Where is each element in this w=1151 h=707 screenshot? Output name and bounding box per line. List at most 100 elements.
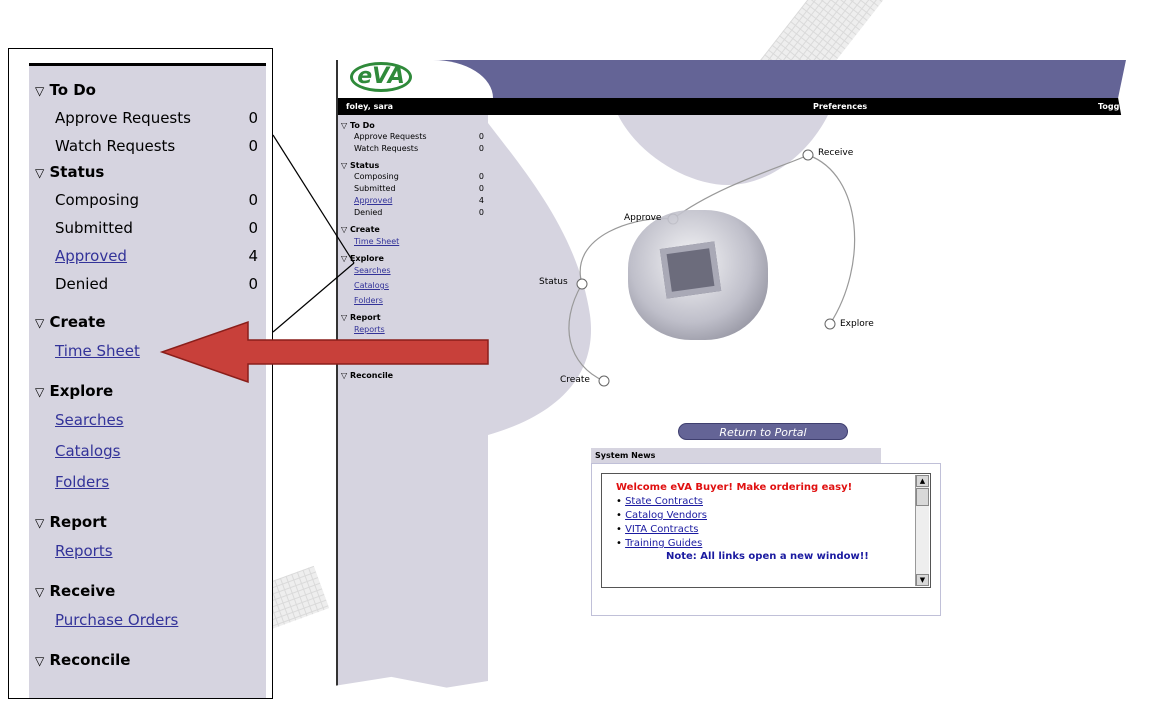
sidebar-item-submitted[interactable]: Submitted 0 [338, 183, 488, 195]
system-news-tab: System News [591, 448, 881, 463]
item-label: Approve Requests [354, 132, 427, 141]
collapse-triangle-icon: ▽ [35, 585, 45, 599]
sidebar-item-watch-requests[interactable]: Watch Requests 0 [338, 143, 488, 155]
section-title: To Do [349, 121, 375, 130]
collapse-triangle-icon: ▽ [35, 316, 45, 330]
eva-logo[interactable]: eVA [350, 62, 412, 92]
approved-link[interactable]: Approved [354, 195, 392, 207]
state-contracts-link[interactable]: State Contracts [625, 496, 703, 507]
section-report[interactable]: ▽ Report [35, 512, 266, 532]
collapse-triangle-icon: ▽ [35, 166, 45, 180]
section-status[interactable]: ▽ Status [341, 161, 488, 170]
sidebar-item-denied[interactable]: Denied 0 [29, 270, 266, 298]
section-receive[interactable]: ▽ Receive [341, 342, 488, 351]
section-reconcile[interactable]: ▽ Reconcile [341, 371, 488, 380]
section-explore[interactable]: ▽ Explore [35, 381, 266, 401]
section-title: Report [349, 313, 381, 322]
section-todo[interactable]: ▽ To Do [341, 121, 488, 130]
item-label: Submitted [55, 219, 133, 237]
section-report[interactable]: ▽ Report [341, 313, 488, 322]
section-create[interactable]: ▽ Create [35, 312, 266, 332]
scroll-up-icon[interactable]: ▲ [916, 475, 929, 487]
section-title: Receive [49, 582, 116, 600]
user-name: foley, sara [346, 102, 394, 111]
section-title: Status [49, 163, 105, 181]
item-label: Approve Requests [55, 109, 191, 127]
explore-label[interactable]: Explore [840, 319, 874, 329]
news-headline: Welcome eVA Buyer! Make ordering easy! [616, 482, 853, 493]
vita-contracts-link[interactable]: VITA Contracts [625, 524, 698, 535]
sidebar-item-composing[interactable]: Composing 0 [338, 171, 488, 183]
sidebar-item-approve-requests[interactable]: Approve Requests 0 [29, 104, 266, 132]
reports-link[interactable]: Reports [29, 536, 266, 567]
toggle-link[interactable]: Toggle [1098, 98, 1126, 115]
catalogs-link[interactable]: Catalogs [338, 279, 488, 292]
create-label[interactable]: Create [560, 375, 590, 385]
sidebar-item-composing[interactable]: Composing 0 [29, 186, 266, 214]
catalog-vendors-link[interactable]: Catalog Vendors [625, 510, 707, 521]
folders-link[interactable]: Folders [338, 294, 488, 307]
receive-node[interactable] [802, 149, 814, 161]
section-title: To Do [49, 81, 96, 99]
create-node[interactable] [598, 375, 610, 387]
item-label: Denied [354, 208, 383, 217]
section-title: Create [349, 225, 380, 234]
collapse-triangle-icon: ▽ [35, 654, 45, 668]
status-label[interactable]: Status [539, 277, 568, 287]
section-reconcile[interactable]: ▽ Reconcile [35, 650, 266, 670]
time-sheet-link[interactable]: Time Sheet [338, 235, 488, 248]
scroll-thumb[interactable] [916, 488, 929, 506]
purchase-orders-link[interactable]: Purchase Orders [338, 352, 488, 365]
section-create[interactable]: ▽ Create [341, 225, 488, 234]
item-label: Denied [55, 275, 109, 293]
section-todo[interactable]: ▽ To Do [35, 80, 266, 100]
eva-app-window: eVA foley, sara Preferences Toggle ▽ To … [336, 60, 1126, 689]
folders-link[interactable]: Folders [29, 467, 266, 498]
purchase-orders-link[interactable]: Purchase Orders [29, 605, 266, 636]
item-label: Submitted [354, 184, 396, 193]
zoomed-sidebar: ▽ To Do Approve Requests 0 Watch Requests… [29, 63, 266, 698]
collapse-triangle-icon: ▽ [35, 516, 45, 530]
status-node[interactable] [576, 278, 588, 290]
list-item: VITA Contracts [616, 523, 922, 537]
scroll-down-icon[interactable]: ▼ [916, 574, 929, 586]
sidebar-item-approved[interactable]: Approved 4 [338, 195, 488, 207]
item-count: 0 [248, 275, 258, 293]
item-count: 0 [248, 109, 258, 127]
sidebar-item-approved[interactable]: Approved 4 [29, 242, 266, 270]
sidebar-item-watch-requests[interactable]: Watch Requests 0 [29, 132, 266, 160]
item-count: 4 [248, 247, 258, 265]
explore-node[interactable] [824, 318, 836, 330]
list-item: State Contracts [616, 495, 922, 509]
section-title: Explore [349, 254, 384, 263]
item-count: 4 [478, 196, 484, 205]
news-content: Welcome eVA Buyer! Make ordering easy! S… [601, 473, 931, 588]
section-title: Receive [349, 342, 386, 351]
section-title: Explore [49, 382, 114, 400]
section-status[interactable]: ▽ Status [35, 162, 266, 182]
item-label: Watch Requests [354, 144, 419, 153]
app-sidebar: ▽ To Do Approve Requests 0 Watch Requests… [338, 115, 488, 689]
training-guides-link[interactable]: Training Guides [625, 538, 702, 549]
item-count: 0 [478, 132, 484, 141]
searches-link[interactable]: Searches [29, 405, 266, 436]
receive-label[interactable]: Receive [818, 148, 853, 158]
time-sheet-link[interactable]: Time Sheet [29, 336, 266, 367]
return-to-portal-button[interactable]: Return to Portal [678, 423, 848, 440]
news-scrollbar[interactable]: ▲ ▼ [915, 475, 929, 586]
section-explore[interactable]: ▽ Explore [341, 254, 488, 263]
preferences-link[interactable]: Preferences [813, 98, 867, 115]
sidebar-item-denied[interactable]: Denied 0 [338, 207, 488, 219]
section-title: Status [349, 161, 380, 170]
searches-link[interactable]: Searches [338, 264, 488, 277]
reports-link[interactable]: Reports [338, 323, 488, 336]
sidebar-item-submitted[interactable]: Submitted 0 [29, 214, 266, 242]
item-label: Composing [55, 191, 139, 209]
catalogs-link[interactable]: Catalogs [29, 436, 266, 467]
section-receive[interactable]: ▽ Receive [35, 581, 266, 601]
approve-label[interactable]: Approve [624, 213, 661, 223]
approved-link[interactable]: Approved [55, 242, 127, 270]
collapse-triangle-icon: ▽ [35, 84, 45, 98]
connector-line [807, 154, 856, 325]
sidebar-item-approve-requests[interactable]: Approve Requests 0 [338, 131, 488, 143]
